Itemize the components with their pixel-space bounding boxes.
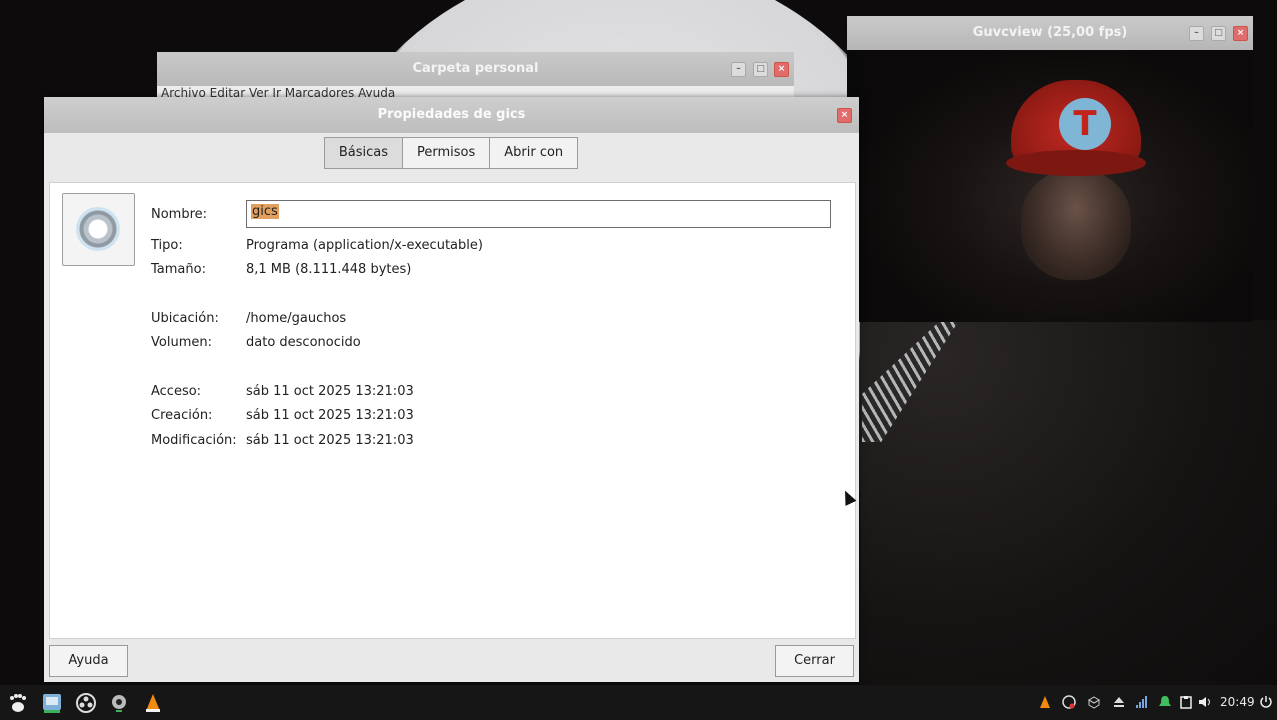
notification-icon[interactable] [1158,695,1172,709]
type-value: Programa (application/x-executable) [246,238,483,253]
created-value: sáb 11 oct 2025 13:21:03 [246,408,414,423]
webcam-cap-brim [1006,150,1146,176]
modified-value: sáb 11 oct 2025 13:21:03 [246,433,414,448]
size-value: 8,1 MB (8.111.448 bytes) [246,262,412,277]
power-icon[interactable] [1259,695,1273,709]
tab-basicas[interactable]: Básicas [323,137,403,169]
eject-icon[interactable] [1112,695,1126,709]
maximize-icon[interactable]: □ [753,62,768,77]
tab-permisos[interactable]: Permisos [401,137,491,169]
signal-icon[interactable] [1135,695,1149,709]
guvcview-window[interactable]: Guvcview (25,00 fps) – □ × T [847,16,1253,322]
name-field-selection: gics [251,204,279,219]
help-button[interactable]: Ayuda [49,645,128,677]
dialog-title: Propiedades de gics [44,97,859,133]
minimize-icon[interactable]: – [1189,26,1204,41]
location-value: /home/gauchos [246,311,347,326]
close-icon[interactable]: × [837,108,852,123]
vlc-icon[interactable] [142,692,164,714]
cap-logo: T [1059,98,1111,150]
dropbox-icon[interactable] [1087,695,1101,709]
obs-icon[interactable] [75,692,97,714]
created-label: Creación: [151,408,213,423]
close-icon[interactable]: × [774,62,789,77]
tab-bar: Básicas Permisos Abrir con [44,137,859,169]
executable-gear-icon [76,207,120,251]
volume-icon[interactable] [1198,695,1212,709]
volume-label: Volumen: [151,335,212,350]
name-field[interactable]: gics [246,200,831,228]
file-icon-frame[interactable] [62,193,135,266]
webcam-video: T [861,50,1253,322]
location-label: Ubicación: [151,311,219,326]
webcam-face [1021,170,1131,280]
maximize-icon[interactable]: □ [1211,26,1226,41]
type-label: Tipo: [151,238,183,253]
volume-value: dato desconocido [246,335,361,350]
close-icon[interactable]: × [1233,26,1248,41]
webcam-icon[interactable] [108,692,130,714]
size-label: Tamaño: [151,262,206,277]
obs-icon[interactable] [1062,695,1076,709]
close-button[interactable]: Cerrar [775,645,854,677]
clock[interactable]: 20:49 [1220,695,1255,709]
gnome-foot-icon[interactable] [6,692,28,714]
access-value: sáb 11 oct 2025 13:21:03 [246,384,414,399]
properties-dialog[interactable]: Propiedades de gics × Básicas Permisos Abr… [44,97,859,682]
clipboard-icon[interactable] [1179,695,1193,709]
taskbar: 20:49 [0,685,1277,720]
home-folder-window[interactable]: Carpeta personal – □ × Archivo Editar Ve… [157,52,794,98]
tab-abrir-con[interactable]: Abrir con [489,137,579,169]
vlc-icon[interactable] [1038,695,1052,709]
basic-properties-panel: Nombre: gics Tipo: Programa (application… [49,182,856,639]
access-label: Acceso: [151,384,202,399]
minimize-icon[interactable]: – [731,62,746,77]
file-manager-icon[interactable] [41,692,63,714]
home-folder-title: Carpeta personal [157,52,794,86]
modified-label: Modificación: [151,433,237,448]
name-label: Nombre: [151,207,208,222]
